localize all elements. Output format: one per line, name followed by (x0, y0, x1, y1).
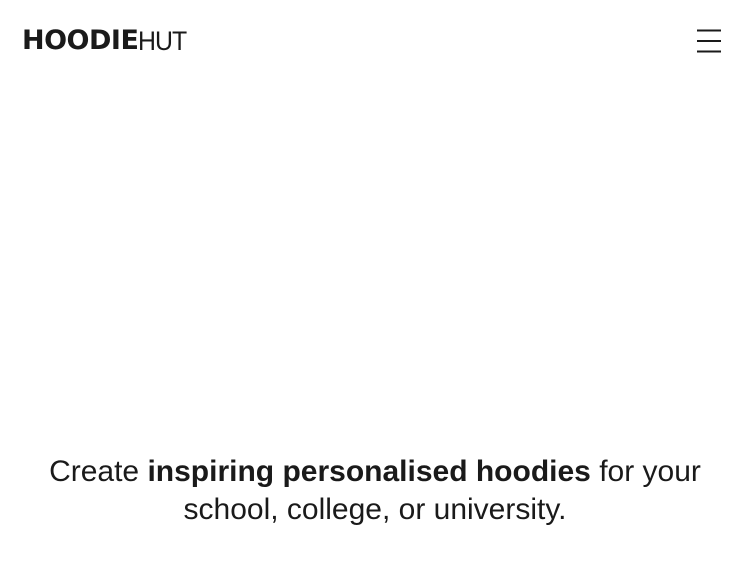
hero-headline: Create inspiring personalised hoodies fo… (0, 453, 750, 529)
brand-logo[interactable]: HOODIE HUT (22, 25, 191, 57)
logo-text-bold: HOODIE (22, 25, 139, 56)
logo-text-light: HUT (138, 26, 187, 56)
hero-text-intro: Create (49, 455, 148, 488)
hero-text-emphasis: inspiring personalised hoodies (147, 455, 591, 488)
site-header: HOODIE HUT (0, 0, 750, 82)
hamburger-menu-icon (697, 29, 721, 53)
menu-button[interactable] (690, 24, 728, 58)
